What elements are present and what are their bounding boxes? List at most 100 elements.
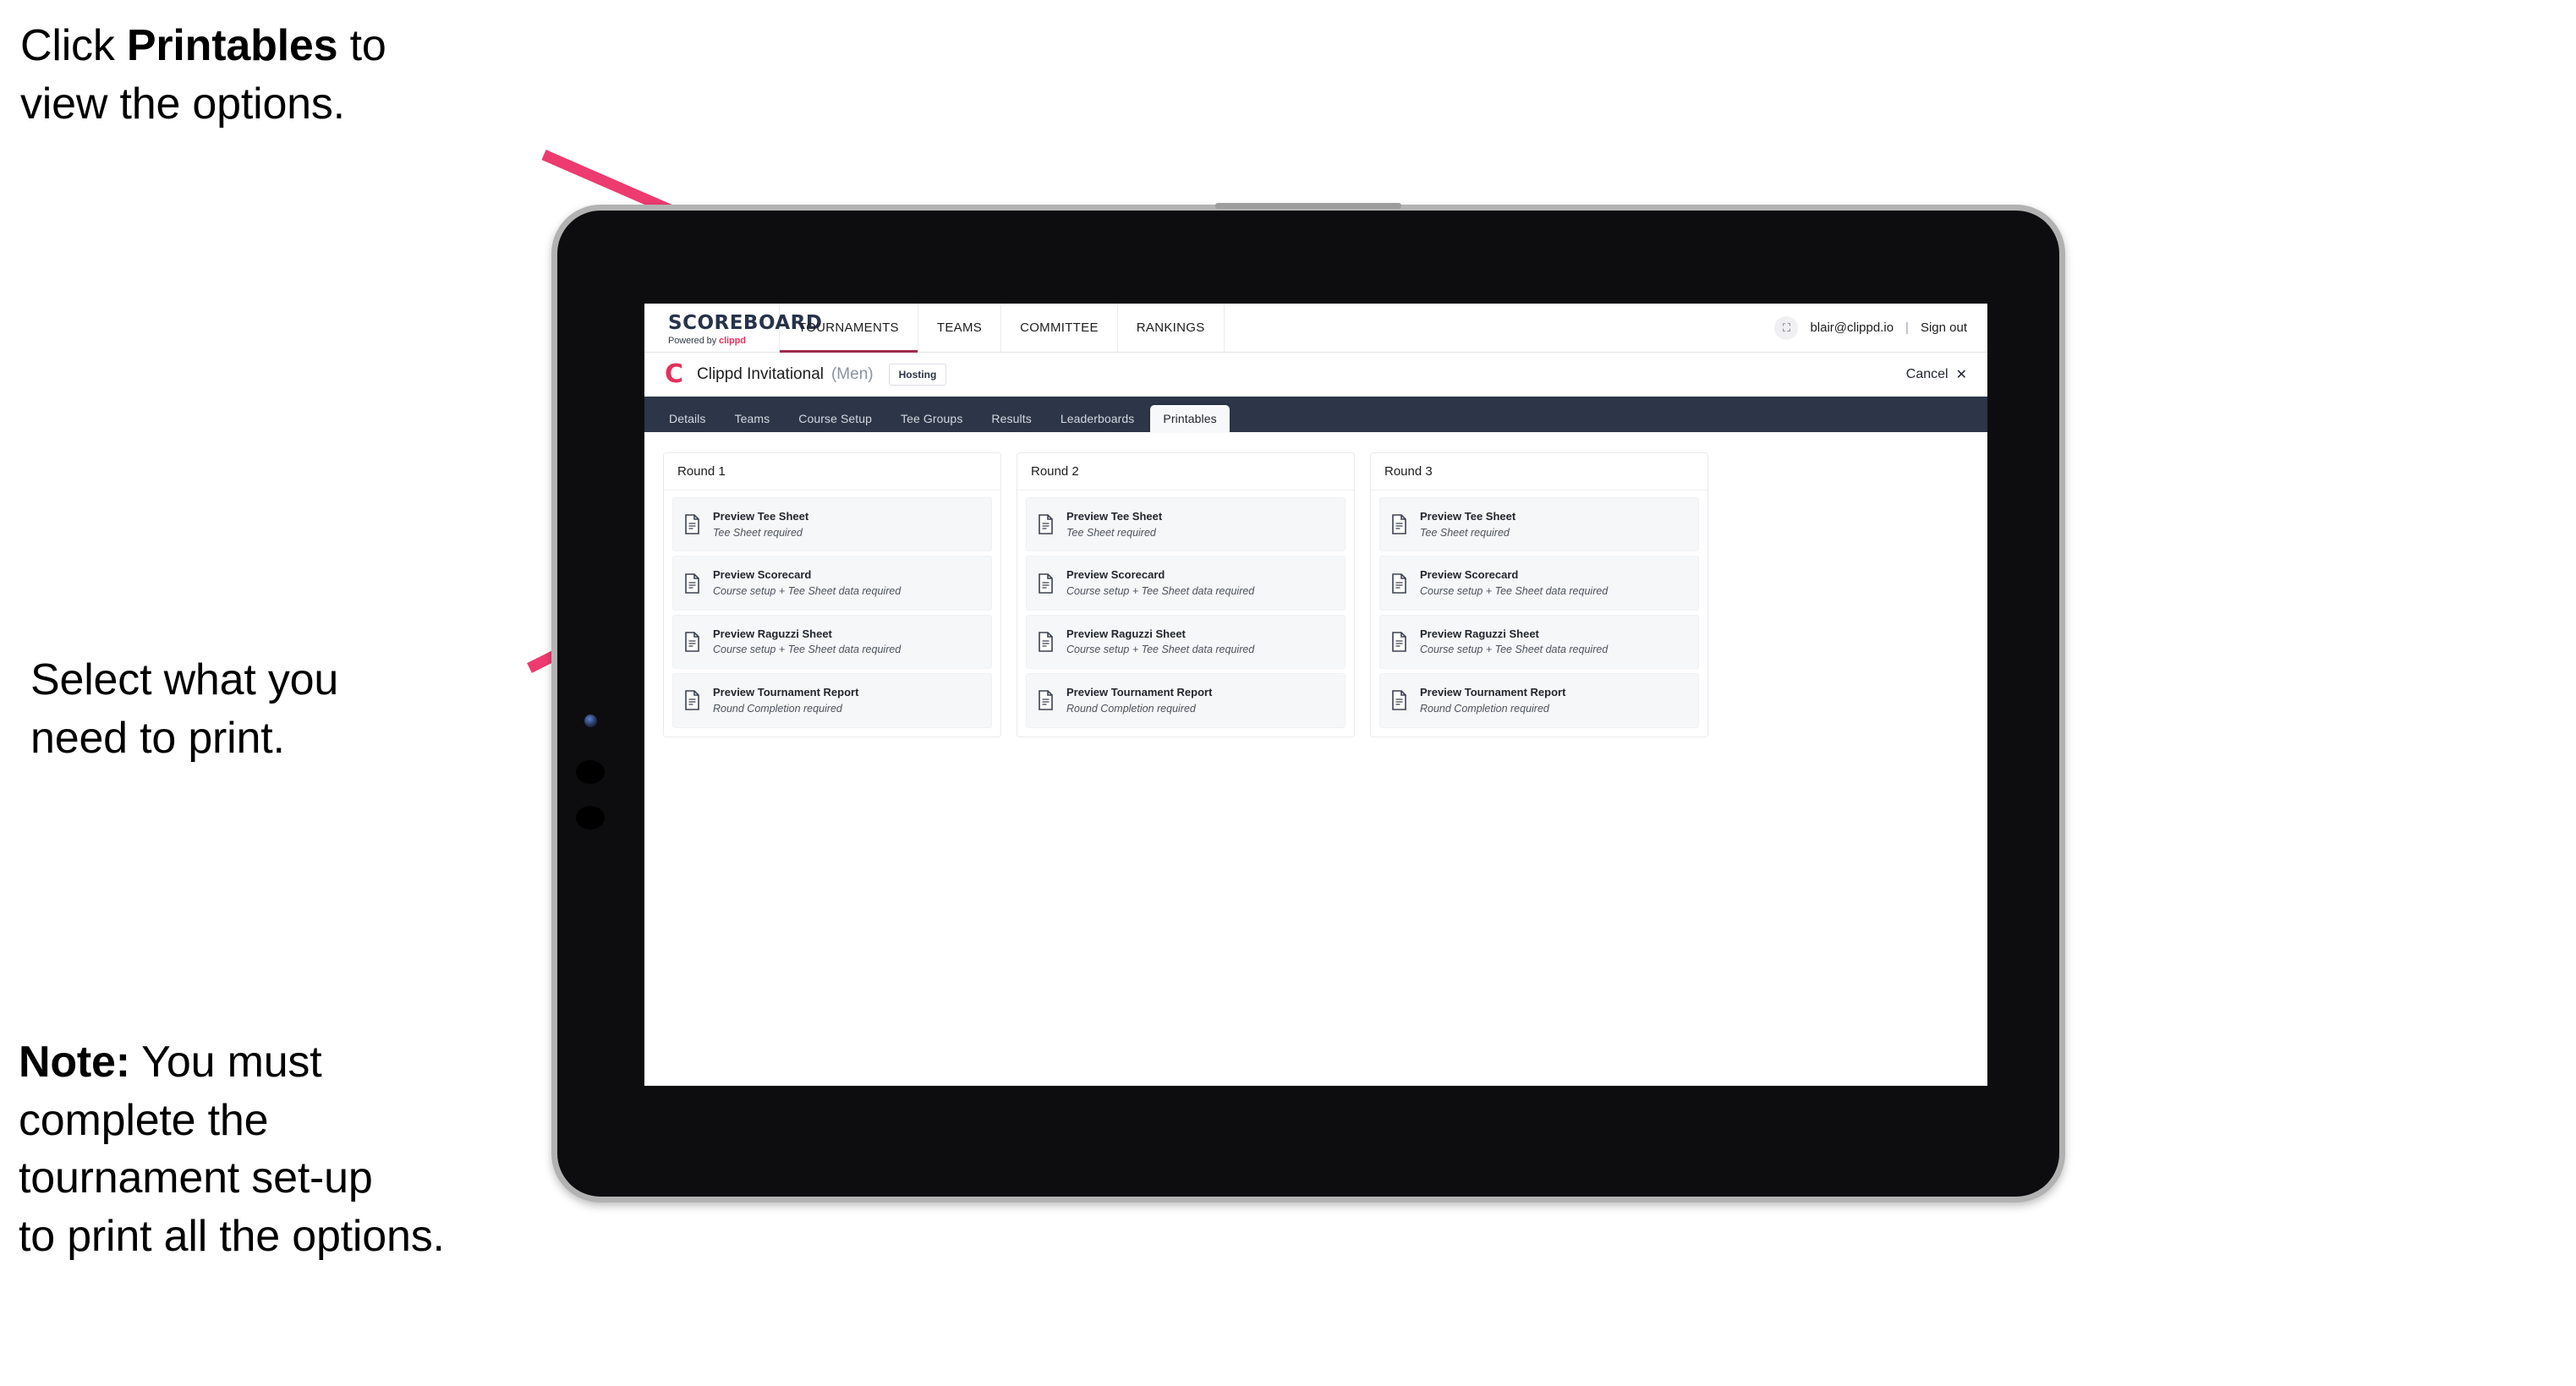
annotation-select-print: Select what you need to print. [30,655,339,763]
topnav-item-rankings[interactable]: RANKINGS [1118,304,1225,352]
tablet-device-frame: SCOREBOARD Powered by clippd TOURNAMENTS… [551,203,2065,1202]
printable-subtitle: Tee Sheet required [713,526,803,539]
annotation-top-before: Click [20,21,127,70]
tournament-name: Clippd Invitational [697,364,824,383]
printable-title: Preview Tournament Report [713,686,859,699]
logo-sub-prefix: Powered by [668,335,720,346]
front-camera-icon [584,715,597,727]
document-icon [1392,572,1406,594]
round-title-2: Round 2 [1017,453,1354,490]
round-title-1: Round 1 [664,453,1000,490]
printable-row-raguzzi-sheet[interactable]: Preview Raguzzi Sheet Course setup + Tee… [672,614,992,670]
printable-title: Preview Tee Sheet [1066,510,1163,523]
document-icon [685,572,699,594]
printable-title: Preview Tee Sheet [713,510,809,523]
document-icon [1039,632,1053,652]
close-icon: ✕ [1955,367,1967,382]
sign-out-link[interactable]: Sign out [1921,320,1967,335]
round-card-2: Round 2 Preview Tee Sheet Tee Sheet requ… [1017,452,1355,737]
printable-subtitle: Course setup + Tee Sheet data required [1420,644,1609,656]
printable-title: Preview Raguzzi Sheet [1420,627,1539,640]
user-email: blair@clippd.io [1810,320,1894,335]
tablet-top-speaker-bar [1215,203,1401,209]
speaker-hole-2 [576,806,605,830]
printable-subtitle: Round Completion required [1066,702,1196,715]
user-account-area: ⛶ blair@clippd.io | Sign out [1754,304,1987,352]
tab-teams[interactable]: Teams [722,405,783,432]
tab-course-setup[interactable]: Course Setup [786,405,885,432]
tournament-tabbar: Details Teams Course Setup Tee Groups Re… [644,397,1987,432]
topnav-label-rankings: RANKINGS [1136,320,1205,335]
tab-label-tee-groups: Tee Groups [901,412,963,425]
tournament-logo-icon: C [664,359,684,389]
printable-title: Preview Scorecard [1066,568,1165,582]
printables-content: Round 1 Preview Tee Sheet Tee Sheet requ… [644,432,1987,758]
tournament-header: C Clippd Invitational (Men) Hosting Canc… [644,353,1987,397]
printable-row-scorecard[interactable]: Preview Scorecard Course setup + Tee She… [1026,556,1346,611]
tab-printables[interactable]: Printables [1150,405,1230,432]
round-card-1: Round 1 Preview Tee Sheet Tee Sheet requ… [663,452,1001,737]
global-topnav: SCOREBOARD Powered by clippd TOURNAMENTS… [644,304,1987,353]
tab-tee-groups[interactable]: Tee Groups [888,405,975,432]
printable-subtitle: Course setup + Tee Sheet data required [1066,584,1255,597]
annotation-top-bold: Printables [126,21,338,70]
topnav-item-committee[interactable]: COMMITTEE [1001,304,1118,352]
round-title-3: Round 3 [1371,453,1707,490]
printable-title: Preview Tournament Report [1420,686,1566,699]
round-body-1: Preview Tee Sheet Tee Sheet required Pre… [664,490,1000,737]
printable-row-tournament-report[interactable]: Preview Tournament Report Round Completi… [672,673,992,728]
round-body-3: Preview Tee Sheet Tee Sheet required Pre… [1371,490,1707,737]
printable-title: Preview Raguzzi Sheet [713,627,832,640]
printable-row-raguzzi-sheet[interactable]: Preview Raguzzi Sheet Course setup + Tee… [1379,614,1699,670]
tab-label-course-setup: Course Setup [798,412,873,425]
tab-results[interactable]: Results [978,405,1044,432]
topnav-spacer [1225,304,1755,352]
topnav-item-teams[interactable]: TEAMS [918,304,1002,352]
topnav-label-teams: TEAMS [936,320,983,335]
annotation-click-printables: Click Printables to view the options. [20,17,562,133]
printable-title: Preview Scorecard [713,568,812,582]
tournament-gender: (Men) [830,364,874,383]
tab-details[interactable]: Details [656,405,719,432]
printable-row-tee-sheet[interactable]: Preview Tee Sheet Tee Sheet required [672,497,992,552]
tab-label-details: Details [669,412,706,425]
tab-label-printables: Printables [1163,412,1217,425]
printable-row-tee-sheet[interactable]: Preview Tee Sheet Tee Sheet required [1026,497,1346,552]
printable-row-tee-sheet[interactable]: Preview Tee Sheet Tee Sheet required [1379,497,1699,552]
printable-subtitle: Round Completion required [1420,702,1549,715]
tab-label-results: Results [991,412,1032,425]
topnav-item-tournaments[interactable]: TOURNAMENTS [780,304,918,353]
tab-label-teams: Teams [734,412,770,425]
printable-subtitle: Tee Sheet required [1066,526,1156,539]
tab-leaderboards[interactable]: Leaderboards [1048,405,1148,432]
printable-subtitle: Course setup + Tee Sheet data required [1066,644,1255,656]
printable-row-scorecard[interactable]: Preview Scorecard Course setup + Tee She… [672,556,992,611]
round-card-3: Round 3 Preview Tee Sheet Tee Sheet requ… [1370,452,1708,737]
app-window: SCOREBOARD Powered by clippd TOURNAMENTS… [644,304,1987,1086]
document-icon [1392,632,1406,652]
topnav-label-tournaments: TOURNAMENTS [798,320,899,335]
printable-subtitle: Course setup + Tee Sheet data required [1420,584,1609,597]
round-body-2: Preview Tee Sheet Tee Sheet required Pre… [1017,490,1354,737]
printable-row-scorecard[interactable]: Preview Scorecard Course setup + Tee She… [1379,556,1699,611]
printable-title: Preview Tee Sheet [1420,510,1516,523]
user-separator: | [1905,320,1909,335]
printable-title: Preview Scorecard [1420,568,1519,582]
printable-title: Preview Tournament Report [1066,686,1213,699]
document-icon [685,514,699,535]
printable-row-raguzzi-sheet[interactable]: Preview Raguzzi Sheet Course setup + Tee… [1026,614,1346,670]
logo-sub-brand: clippd [719,335,746,346]
status-badge: Hosting [888,363,947,386]
document-icon [1039,572,1053,594]
logo-subtitle: Powered by clippd [668,336,779,346]
scoreboard-logo[interactable]: SCOREBOARD Powered by clippd [644,304,822,352]
annotation-note-bold: Note: [19,1038,130,1087]
printable-subtitle: Course setup + Tee Sheet data required [713,644,902,656]
cancel-button[interactable]: Cancel ✕ [1906,366,1967,383]
printable-subtitle: Course setup + Tee Sheet data required [713,584,902,597]
document-icon [685,690,699,711]
speaker-hole-1 [576,760,605,784]
printable-row-tournament-report[interactable]: Preview Tournament Report Round Completi… [1379,673,1699,728]
printable-row-tournament-report[interactable]: Preview Tournament Report Round Completi… [1026,673,1346,728]
avatar[interactable]: ⛶ [1774,315,1799,340]
